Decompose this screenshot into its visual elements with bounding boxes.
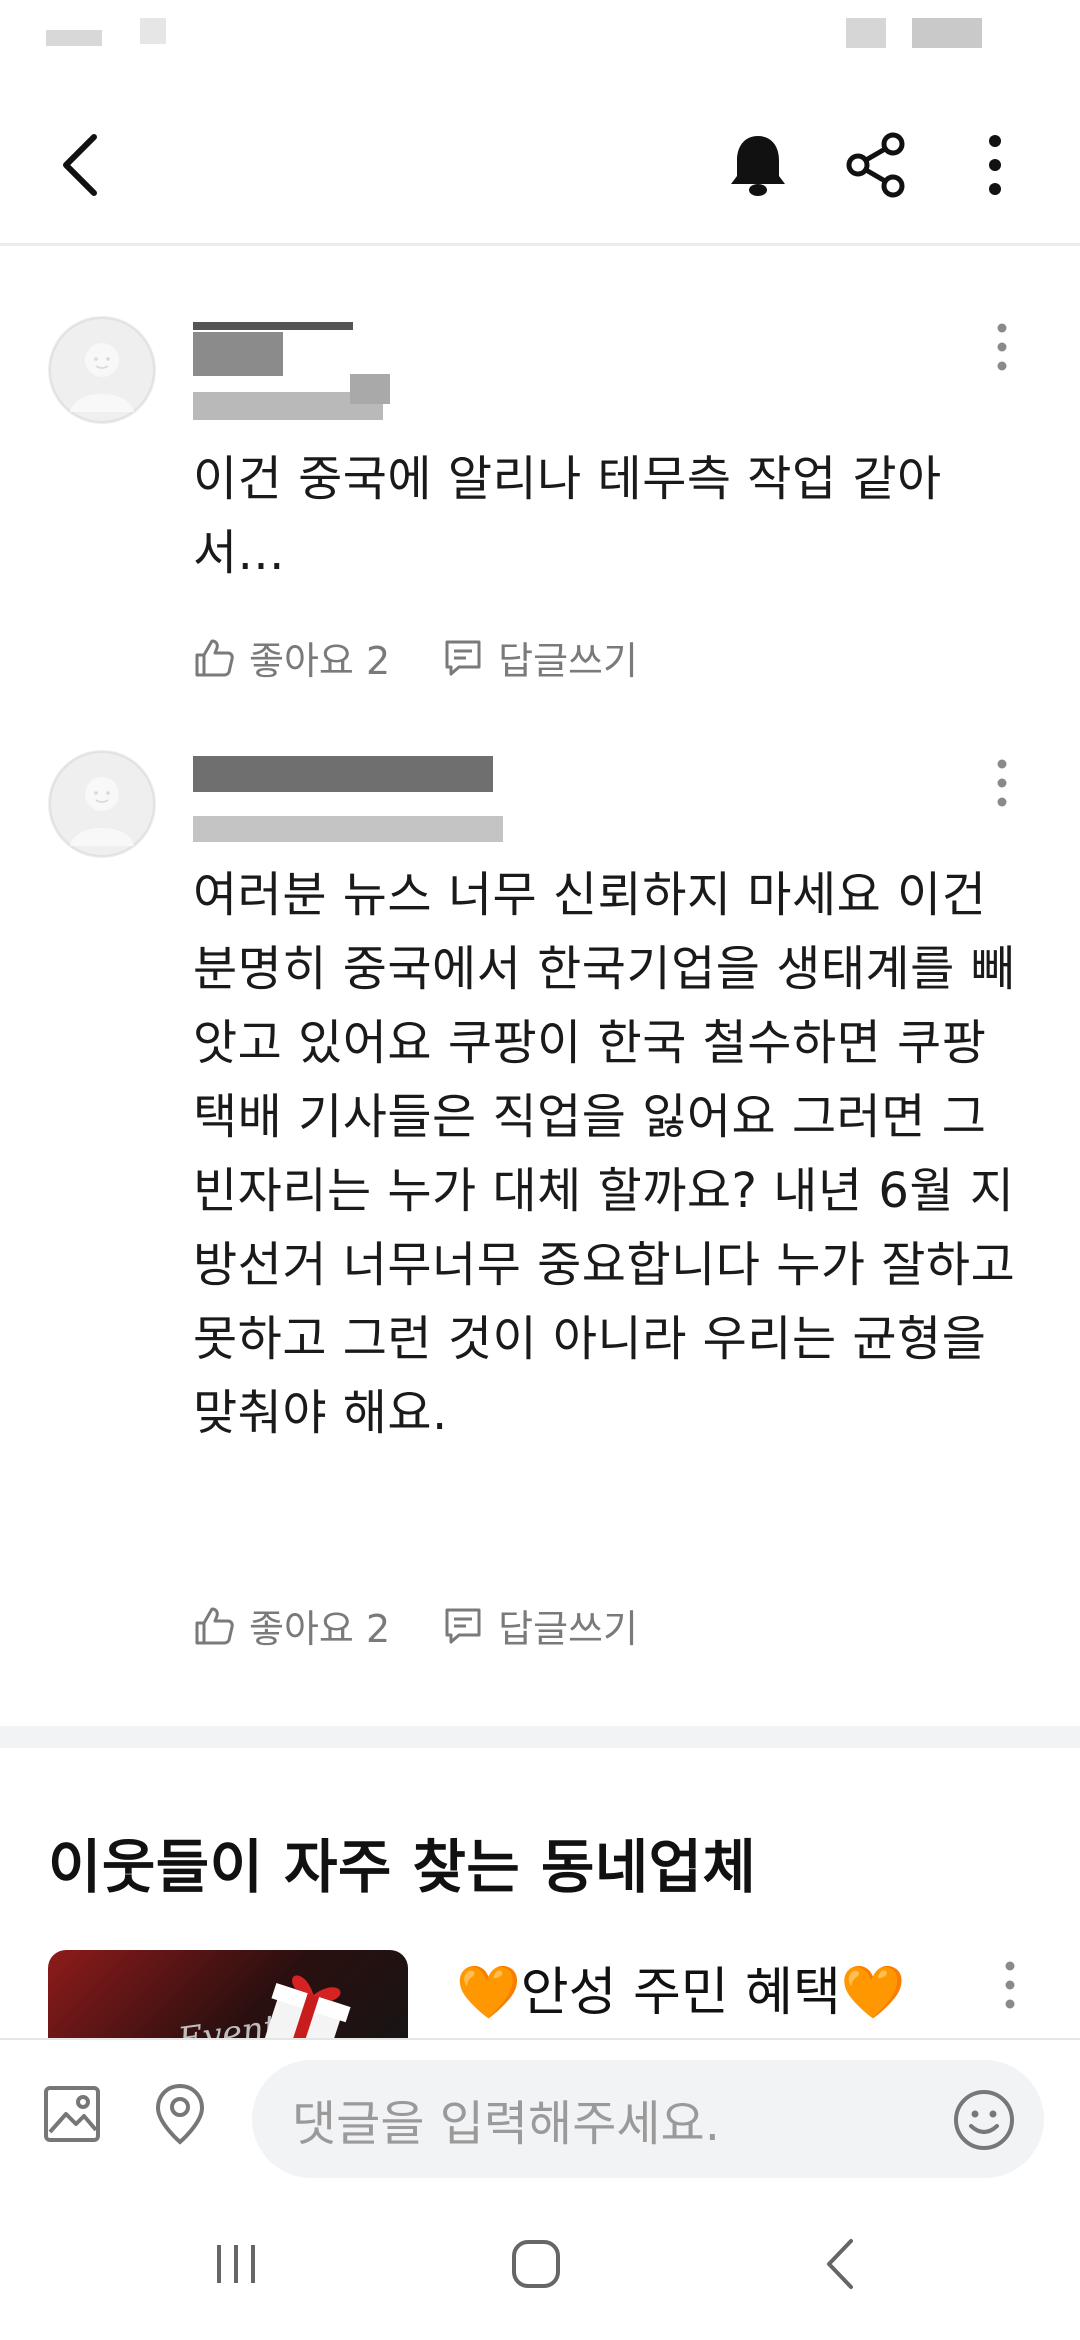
like-button[interactable]: 좋아요 2 (193, 1598, 390, 1653)
location-pin-icon (155, 2083, 205, 2145)
comment-more-button[interactable] (982, 748, 1022, 818)
emoji-button[interactable] (952, 2088, 1016, 2164)
status-time-obscured (46, 30, 102, 46)
like-count-label: 좋아요 2 (249, 639, 391, 683)
reply-icon (445, 640, 481, 675)
reply-label: 답글쓰기 (498, 639, 638, 683)
more-vertical-icon (997, 323, 1007, 371)
reply-button[interactable]: 답글쓰기 (442, 630, 638, 685)
more-vertical-icon (1005, 1961, 1015, 2009)
business-more-button[interactable] (990, 1950, 1030, 2020)
image-icon (44, 2086, 100, 2142)
comment-input-bar: 댓글을 입력해주세요. (0, 2038, 1080, 2186)
section-title: 이웃들이 자주 찾는 동네업체 (48, 1833, 757, 1901)
thumbs-up-icon (195, 1607, 234, 1644)
attach-image-button[interactable] (36, 2074, 108, 2154)
back-arrow-icon (63, 134, 97, 196)
default-avatar-icon (49, 317, 155, 423)
comment-text: 여러분 뉴스 너무 신뢰하지 마세요 이건 분명히 중국에서 한국기업을 생태계… (193, 867, 1016, 1441)
system-back-button[interactable] (800, 2224, 880, 2304)
reply-icon (445, 1608, 481, 1643)
reply-button[interactable]: 답글쓰기 (442, 1598, 638, 1653)
notification-button[interactable] (718, 120, 798, 210)
share-button[interactable] (836, 120, 916, 210)
default-avatar-icon (49, 751, 155, 857)
business-title[interactable]: 🧡안성 주민 혜택🧡 (456, 1950, 906, 2025)
comment-actions: 좋아요 2 답글쓰기 (193, 630, 638, 685)
like-button[interactable]: 좋아요 2 (193, 630, 390, 685)
more-options-button[interactable] (960, 120, 1030, 210)
avatar[interactable] (48, 316, 156, 424)
comment-input-placeholder: 댓글을 입력해주세요. (292, 2096, 720, 2152)
reply-label: 답글쓰기 (498, 1607, 638, 1651)
author-meta-obscured (193, 816, 503, 842)
author-name-obscured (193, 332, 283, 376)
back-button[interactable] (40, 120, 120, 210)
smiley-icon (954, 2090, 1014, 2150)
comment-input[interactable]: 댓글을 입력해주세요. (252, 2060, 1044, 2178)
author-meta-obscured (350, 374, 390, 404)
status-icon-obscured (140, 18, 166, 44)
comment-actions: 좋아요 2 답글쓰기 (193, 1598, 638, 1653)
recent-apps-icon (217, 2245, 255, 2283)
thumbs-up-icon (195, 639, 234, 676)
comment-item: 이건 중국에 알리나 테무측 작업 같아서... 좋아요 2 답글쓰기 (0, 246, 1080, 726)
bell-icon (731, 136, 785, 196)
comment-item: 여러분 뉴스 너무 신뢰하지 마세요 이건 분명히 중국에서 한국기업을 생태계… (0, 726, 1080, 1726)
home-icon (512, 2240, 560, 2288)
section-divider (0, 1726, 1080, 1748)
author-name-obscured[interactable] (193, 322, 353, 330)
avatar[interactable] (48, 750, 156, 858)
system-nav-bar (0, 2184, 1080, 2340)
top-app-bar (0, 80, 1080, 246)
chevron-left-icon (827, 2239, 853, 2289)
more-vertical-icon (989, 135, 1001, 195)
share-icon (846, 132, 905, 198)
recent-apps-button[interactable] (196, 2224, 276, 2304)
comment-text: 이건 중국에 알리나 테무측 작업 같아서... (193, 451, 942, 581)
status-battery-obscured (912, 18, 982, 48)
status-signal-obscured (846, 18, 886, 48)
like-count-label: 좋아요 2 (249, 1607, 391, 1651)
author-name-obscured[interactable] (193, 756, 493, 792)
attach-location-button[interactable] (144, 2074, 216, 2154)
comment-more-button[interactable] (982, 312, 1022, 382)
home-button[interactable] (496, 2224, 576, 2304)
more-vertical-icon (997, 759, 1007, 807)
status-bar (0, 0, 1080, 80)
